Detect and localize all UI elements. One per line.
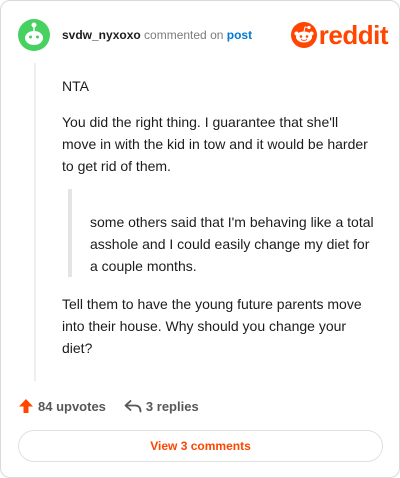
snoo-avatar-icon [18,19,50,51]
avatar[interactable] [18,19,50,51]
blockquote: some others said that I'm behaving like … [68,189,374,277]
view-comments-button[interactable]: View 3 comments [18,430,383,462]
comment-card: svdw_nyxoxo commented on post reddit NTA… [0,0,400,478]
comment-header: svdw_nyxoxo commented on post reddit [18,15,389,55]
comment-paragraph-2: You did the right thing. I guarantee tha… [62,114,368,174]
post-link[interactable]: post [227,28,252,42]
replies-button[interactable]: 3 replies [124,398,199,414]
reply-arrow-icon [124,400,142,413]
reddit-logo[interactable]: reddit [290,19,389,51]
upvote-button[interactable]: 84 upvotes [18,398,106,414]
upvote-arrow-icon [19,399,33,413]
username-link[interactable]: svdw_nyxoxo [62,28,141,42]
upvote-count: 84 upvotes [38,398,106,414]
comment-actions: 84 upvotes 3 replies [18,395,217,417]
comment-paragraph-3: Tell them to have the young future paren… [62,296,362,356]
comment-meta: svdw_nyxoxo commented on post [62,28,252,42]
thread-line[interactable] [34,63,36,381]
reddit-alien-icon [290,22,317,48]
comment-paragraph-1: NTA [62,78,89,94]
reddit-wordmark: reddit [318,20,389,50]
replies-count: 3 replies [145,398,199,414]
commented-on-text: commented on [140,28,227,42]
blockquote-text: some others said that I'm behaving like … [90,214,374,274]
